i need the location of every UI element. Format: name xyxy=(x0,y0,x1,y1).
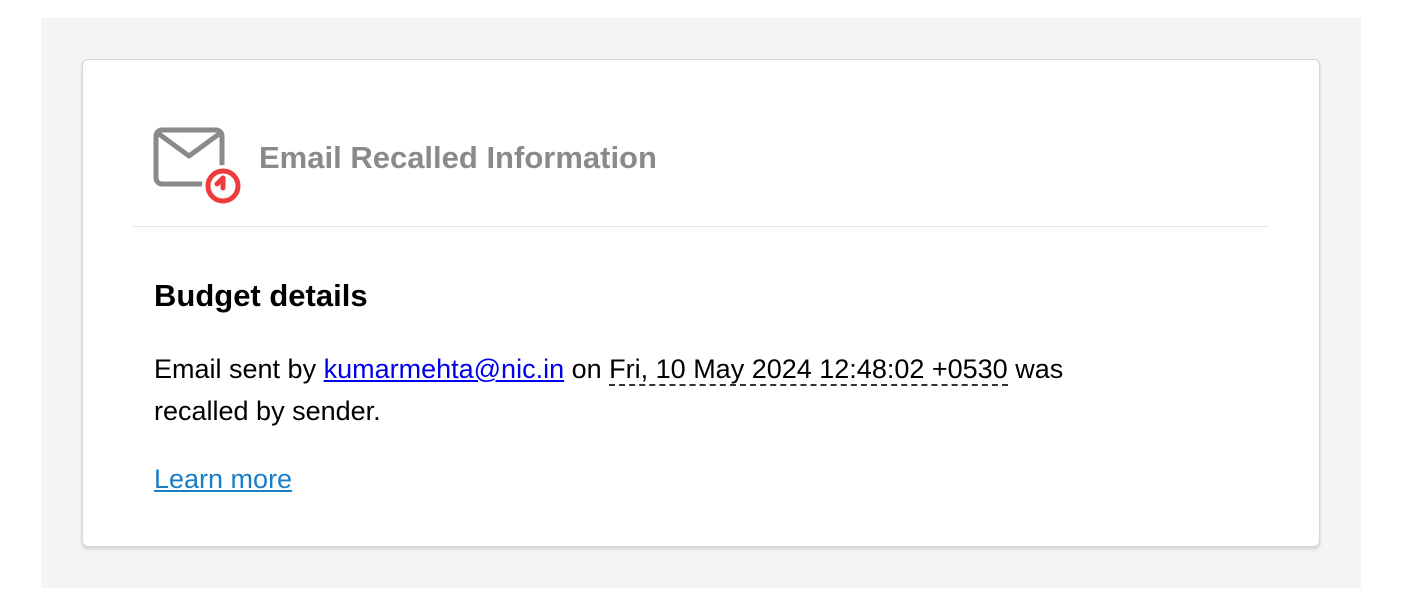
header-title: Email Recalled Information xyxy=(259,140,657,175)
message-prefix: Email sent by xyxy=(154,354,317,384)
email-recall-icon xyxy=(153,126,244,207)
email-subject: Budget details xyxy=(154,278,368,313)
page-background: Email Recalled Information Budget detail… xyxy=(41,18,1361,588)
sent-datetime[interactable]: Fri, 10 May 2024 12:48:02 +0530 xyxy=(609,354,1008,386)
message-connector: on xyxy=(571,354,602,384)
card-header: Email Recalled Information xyxy=(133,60,1269,227)
sender-email-link[interactable]: kumarmehta@nic.in xyxy=(324,354,565,384)
learn-more-link[interactable]: Learn more xyxy=(154,464,292,495)
recall-message: Email sent by kumarmehta@nic.in on Fri, … xyxy=(154,348,1134,432)
recall-info-card: Email Recalled Information Budget detail… xyxy=(82,59,1320,547)
message-content: Budget details Email sent by kumarmehta@… xyxy=(154,278,1154,495)
